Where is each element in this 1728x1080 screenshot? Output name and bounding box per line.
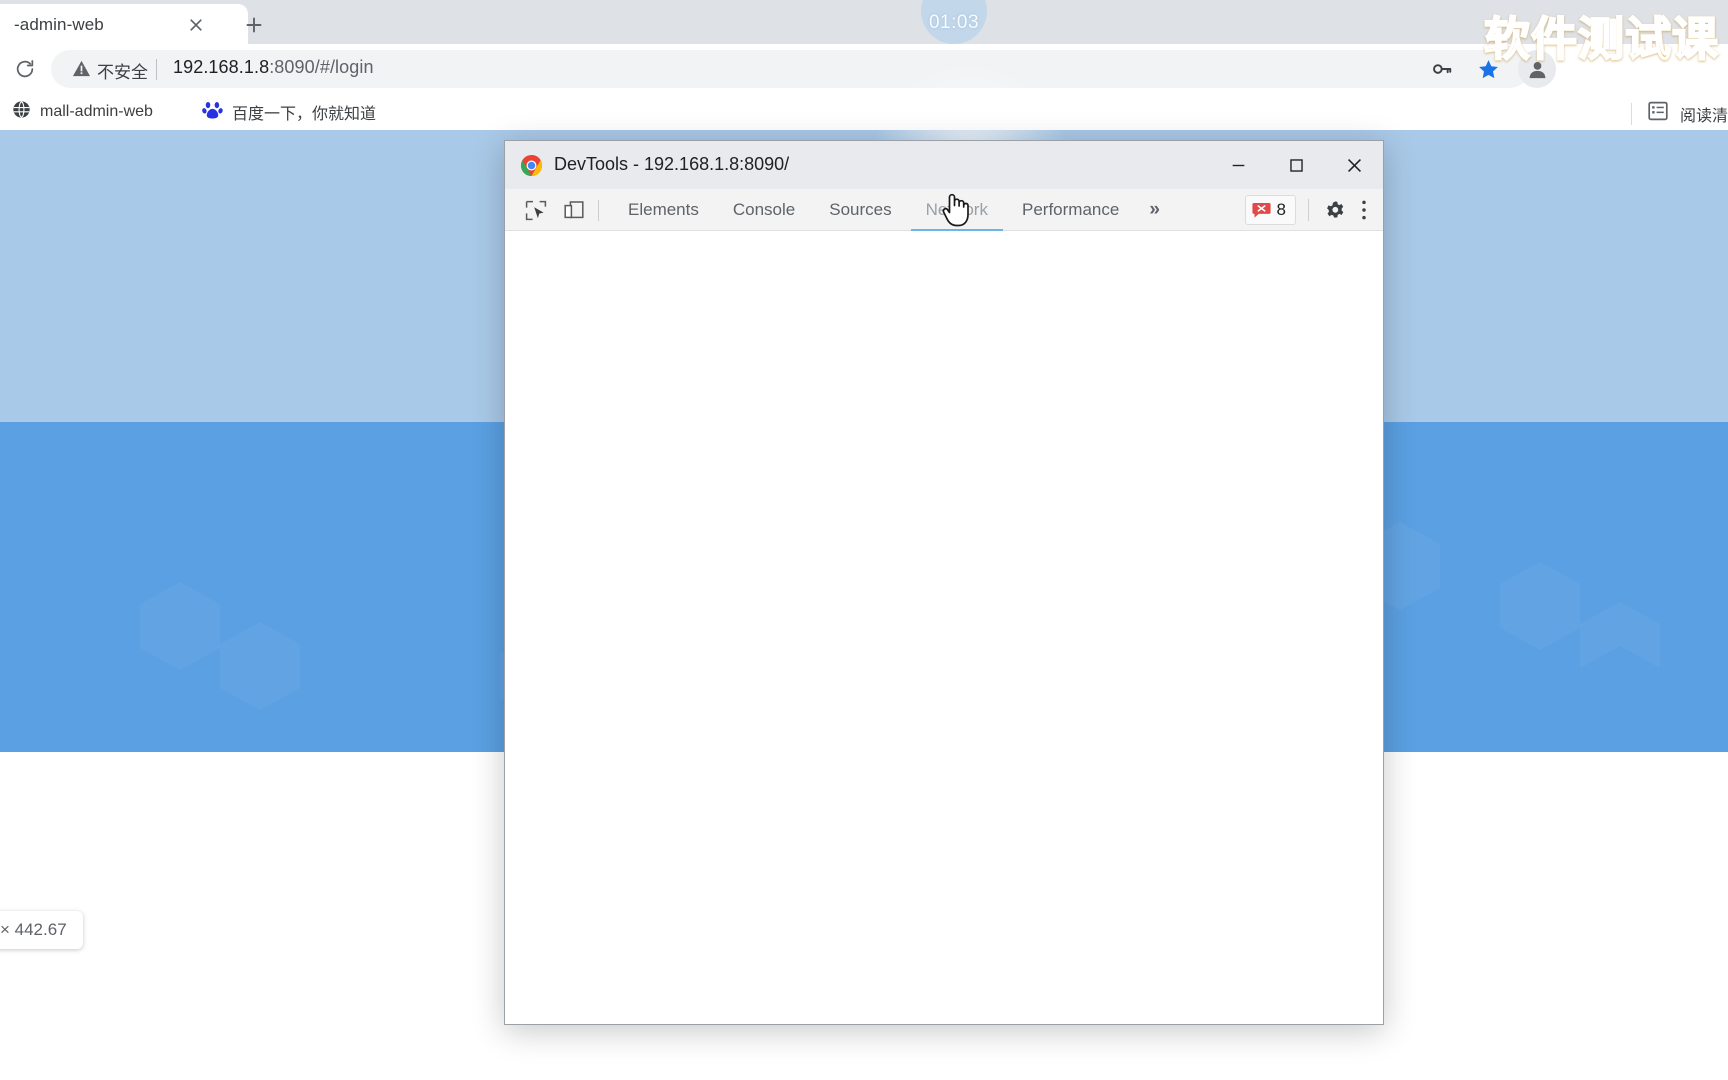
bookmark-item-baidu[interactable]: 百度一下，你就知道 [202, 100, 376, 124]
devtools-titlebar[interactable]: DevTools - 192.168.1.8:8090/ [505, 141, 1383, 189]
toolbar-divider-right [1308, 199, 1309, 221]
security-status-label: 不安全 [97, 63, 148, 83]
reading-list-button[interactable]: 阅读清 [1630, 100, 1728, 127]
url-path: :8090/#/login [269, 57, 374, 77]
error-count-badge[interactable]: 8 [1244, 195, 1296, 225]
dimension-tooltip: × 442.67 [0, 911, 83, 949]
toolbar-divider [598, 200, 599, 221]
error-count: 8 [1276, 200, 1286, 219]
error-x-icon [1251, 202, 1271, 218]
gear-icon[interactable] [1321, 196, 1349, 224]
key-icon[interactable] [1424, 51, 1460, 87]
bookmark-item-mall-admin-web[interactable]: mall-admin-web [12, 100, 153, 124]
minimize-icon[interactable] [1209, 141, 1267, 189]
reading-list-icon [1647, 100, 1669, 127]
address-bar[interactable]: 不安全 192.168.1.8:8090/#/login [51, 50, 1529, 88]
devtools-title: DevTools - 192.168.1.8:8090/ [554, 154, 790, 174]
tab-sources[interactable]: Sources [812, 189, 908, 231]
devtools-tabs: Elements Console Sources Network Perform… [611, 189, 1173, 231]
reload-icon[interactable] [8, 52, 42, 86]
omnibox-row: 不安全 192.168.1.8:8090/#/login [0, 44, 1728, 94]
devtools-network-panel[interactable] [505, 231, 1383, 1024]
tab-strip: -admin-web 01:03 [0, 0, 1728, 44]
device-toolbar-icon[interactable] [561, 198, 587, 223]
url-text: 192.168.1.8:8090/#/login [173, 57, 374, 78]
bookmarks-bar: mall-admin-web 百度一下，你就知道 阅读清 [0, 94, 1728, 130]
devtools-toolbar: Elements Console Sources Network Perform… [505, 189, 1383, 231]
close-icon[interactable] [185, 14, 207, 36]
inspect-element-icon[interactable] [523, 198, 549, 223]
tab-performance[interactable]: Performance [1005, 189, 1136, 231]
omnibox-divider [156, 59, 157, 80]
close-icon[interactable] [1325, 141, 1383, 189]
globe-icon [12, 100, 31, 124]
new-tab-button[interactable] [238, 9, 270, 41]
watermark-text: 软件测试课 [1483, 3, 1719, 69]
tab-elements[interactable]: Elements [611, 189, 716, 231]
bookmark-label: mall-admin-web [40, 103, 153, 120]
more-tabs-button[interactable]: » [1136, 189, 1173, 231]
timer-badge: 01:03 [921, 0, 987, 44]
bookmarks-divider [1630, 102, 1632, 125]
browser-tab[interactable]: -admin-web [0, 4, 248, 44]
bookmark-label: 百度一下，你就知道 [232, 106, 377, 123]
tab-network[interactable]: Network [909, 189, 1005, 231]
tab-console[interactable]: Console [716, 189, 812, 231]
tab-title: -admin-web [14, 15, 104, 34]
devtools-toolbar-right: 8 [1244, 189, 1377, 231]
browser-chrome: -admin-web 01:03 软件测试课 不安全 192.168.1.8:8… [0, 0, 1728, 130]
url-host: 192.168.1.8 [173, 57, 270, 77]
warning-triangle-icon [72, 59, 91, 83]
reading-list-label: 阅读清 [1679, 107, 1728, 125]
baidu-paw-icon [202, 99, 223, 125]
devtools-window: DevTools - 192.168.1.8:8090/ Elements Co… [504, 140, 1384, 1025]
kebab-menu-icon[interactable] [1351, 196, 1377, 224]
chrome-logo-icon [520, 154, 543, 177]
maximize-icon[interactable] [1267, 141, 1325, 189]
